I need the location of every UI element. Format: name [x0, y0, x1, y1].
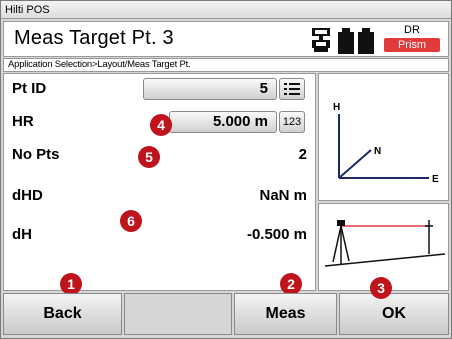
breadcrumb: Application Selection>Layout/Meas Target…	[3, 58, 449, 72]
callout-marker-5: 5	[138, 146, 160, 168]
app-window: Hilti POS Meas Target Pt. 3 DR Prism App…	[0, 0, 452, 339]
list-icon	[284, 83, 300, 95]
dhd-value: NaN m	[259, 187, 307, 204]
dh-label: dH	[12, 226, 32, 243]
battery-cell-icon	[338, 28, 354, 54]
measurement-panel: Pt ID 5 HR 5.000 m 123 No Pts 2 dHD NaN …	[3, 73, 316, 295]
target-type-badge: Prism	[384, 38, 440, 52]
window-titlebar: Hilti POS	[1, 1, 451, 19]
no-pts-value: 2	[298, 146, 307, 163]
page-title: Meas Target Pt. 3	[14, 27, 174, 49]
empty-softkey[interactable]	[124, 293, 232, 335]
window-title: Hilti POS	[5, 4, 50, 16]
total-station-icon	[312, 28, 330, 52]
axis-e-label: E	[432, 174, 439, 185]
ok-button[interactable]: OK	[339, 293, 449, 335]
softkey-bar: Back Meas OK 3	[3, 277, 449, 335]
callout-marker-4: 4	[150, 114, 172, 136]
dh-value: -0.500 m	[246, 226, 307, 243]
ok-button-label: OK	[382, 305, 406, 322]
meas-button-label: Meas	[265, 305, 306, 322]
back-button-label: Back	[43, 305, 82, 322]
no-pts-label: No Pts	[12, 146, 60, 163]
battery-cell-icon	[358, 28, 374, 54]
back-button[interactable]: Back	[3, 293, 122, 335]
axis-n-label: N	[374, 146, 381, 157]
keypad-button-label: 123	[282, 116, 302, 128]
hr-field[interactable]: 5.000 m	[169, 111, 277, 133]
coordinate-axes-diagram: H N E	[333, 102, 439, 185]
callout-marker-1: 1	[60, 273, 82, 295]
callout-marker-2: 2	[280, 273, 302, 295]
axis-h-label: H	[333, 102, 340, 113]
axes-graphic-panel: H N E	[318, 73, 449, 201]
dhd-label: dHD	[12, 187, 43, 204]
measure-mode-label: DR	[404, 24, 420, 36]
screen-header: Meas Target Pt. 3 DR Prism	[3, 21, 449, 57]
point-list-button[interactable]	[279, 78, 305, 100]
hr-label: HR	[12, 113, 34, 130]
callout-marker-3: 3	[370, 277, 392, 299]
pt-id-label: Pt ID	[12, 80, 47, 97]
meas-button[interactable]: Meas	[234, 293, 337, 335]
numeric-keypad-button[interactable]: 123	[279, 111, 305, 133]
callout-marker-6: 6	[120, 210, 142, 232]
battery-icon	[336, 28, 376, 54]
pt-id-field[interactable]: 5	[143, 78, 277, 100]
